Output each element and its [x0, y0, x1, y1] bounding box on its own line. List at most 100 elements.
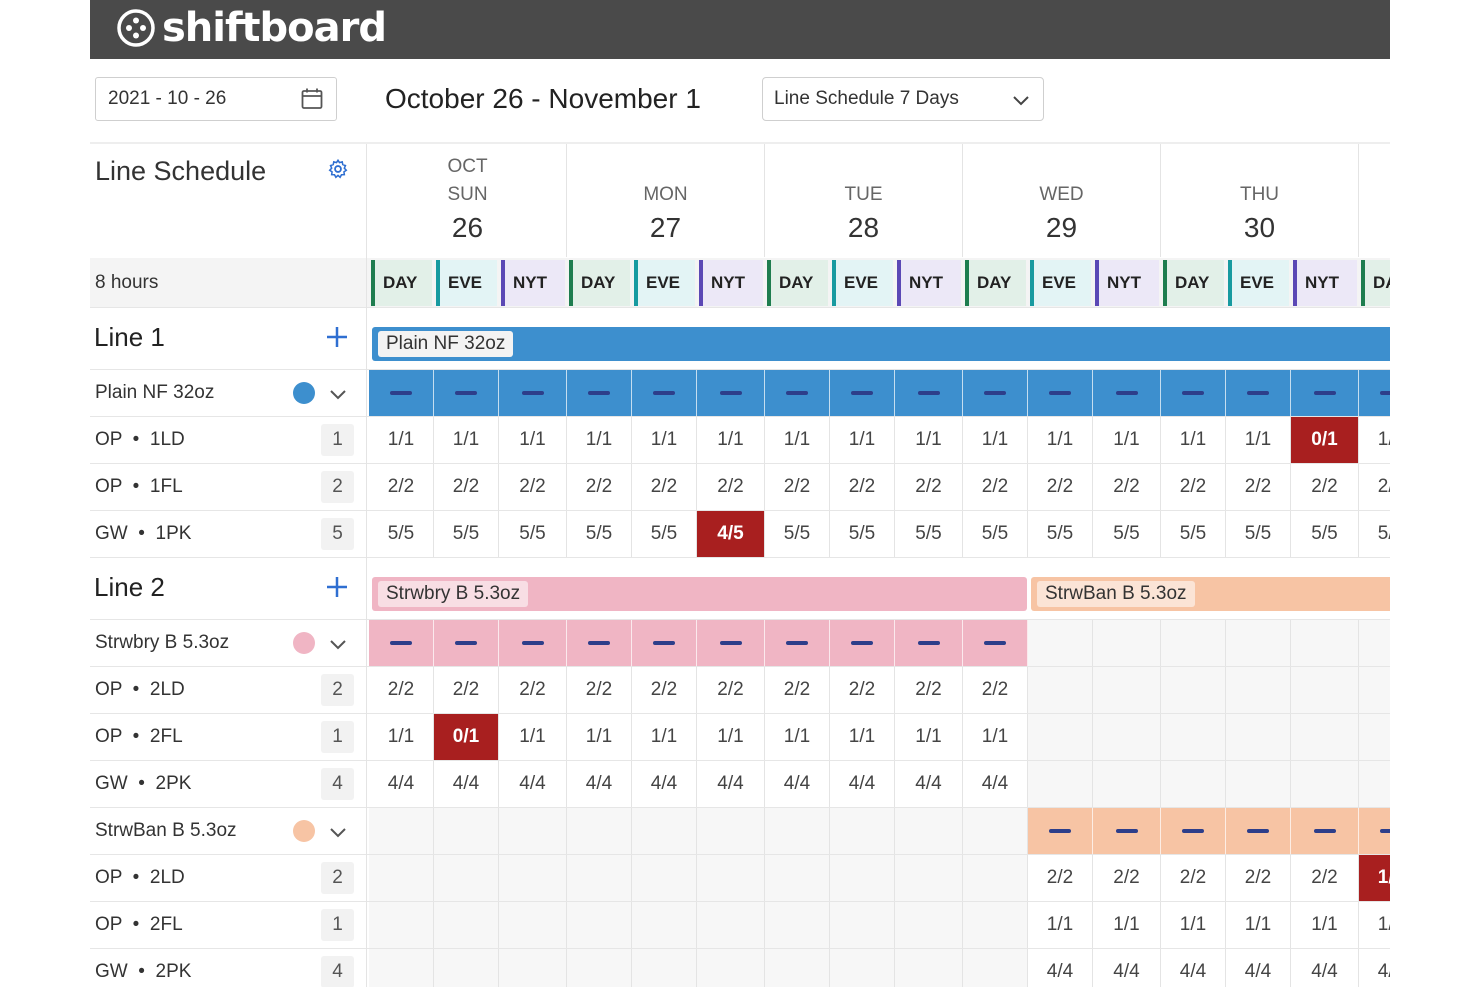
staffing-cell[interactable]: 5/5	[567, 511, 632, 557]
staffing-cell[interactable]: 1/1	[697, 714, 765, 760]
staffing-cell[interactable]: 1/1	[830, 417, 895, 463]
staffing-cell[interactable]: 1/1	[895, 417, 963, 463]
staffing-cell[interactable]: 1/1	[1359, 417, 1390, 463]
product-shift-cell[interactable]	[434, 620, 499, 666]
staffing-cell[interactable]: 2/2	[434, 464, 499, 510]
shift-day[interactable]: DAY	[1361, 260, 1390, 306]
staffing-cell[interactable]: 2/2	[1028, 464, 1093, 510]
staffing-cell[interactable]: 4/4	[697, 761, 765, 807]
shift-day[interactable]: DAY	[569, 260, 630, 306]
staffing-cell[interactable]: 2/2	[697, 667, 765, 713]
staffing-cell[interactable]: 4/4	[1028, 949, 1093, 987]
staffing-cell[interactable]: 5/5	[1093, 511, 1161, 557]
product-shift-cell[interactable]	[1359, 808, 1390, 854]
expand-product-button[interactable]	[328, 634, 348, 654]
product-shift-cell[interactable]	[895, 370, 963, 416]
shift-eve[interactable]: EVE	[1228, 260, 1289, 306]
product-shift-cell[interactable]	[632, 620, 697, 666]
staffing-cell[interactable]: 4/4	[369, 761, 434, 807]
staffing-cell[interactable]: 5/5	[1226, 511, 1291, 557]
product-shift-cell[interactable]	[1161, 808, 1226, 854]
staffing-cell[interactable]: 4/4	[1093, 949, 1161, 987]
staffing-cell[interactable]: 1/1	[369, 417, 434, 463]
staffing-cell[interactable]: 2/2	[1359, 464, 1390, 510]
product-shift-cell[interactable]	[1093, 808, 1161, 854]
staffing-cell[interactable]: 2/2	[1226, 855, 1291, 901]
staffing-cell[interactable]: 1/1	[1359, 902, 1390, 948]
staffing-cell[interactable]: 2/2	[369, 667, 434, 713]
staffing-cell[interactable]: 4/4	[1226, 949, 1291, 987]
staffing-cell[interactable]: 2/2	[499, 667, 567, 713]
product-shift-cell[interactable]	[632, 370, 697, 416]
product-shift-cell[interactable]	[830, 370, 895, 416]
staffing-cell[interactable]: 5/5	[434, 511, 499, 557]
product-shift-cell[interactable]	[369, 620, 434, 666]
staffing-cell[interactable]: 1/1	[1028, 902, 1093, 948]
staffing-cell[interactable]: 1/1	[1093, 902, 1161, 948]
staffing-cell[interactable]: 1/1	[369, 714, 434, 760]
expand-product-button[interactable]	[328, 822, 348, 842]
product-shift-cell[interactable]	[963, 620, 1028, 666]
schedule-select[interactable]: Line Schedule 7 Days	[762, 77, 1044, 121]
shift-day[interactable]: DAY	[371, 260, 432, 306]
staffing-cell[interactable]: 1/1	[697, 417, 765, 463]
product-shift-cell[interactable]	[1359, 370, 1390, 416]
product-shift-cell[interactable]	[499, 620, 567, 666]
staffing-cell[interactable]: 2/2	[1161, 464, 1226, 510]
product-shift-cell[interactable]	[765, 620, 830, 666]
product-bar[interactable]: StrwBan B 5.3oz	[1031, 577, 1390, 611]
calendar-icon[interactable]	[300, 87, 324, 111]
shift-nyt[interactable]: NYT	[699, 260, 763, 306]
staffing-cell[interactable]: 4/4	[1359, 949, 1390, 987]
product-shift-cell[interactable]	[1028, 808, 1093, 854]
staffing-cell[interactable]: 2/2	[369, 464, 434, 510]
staffing-cell[interactable]: 5/5	[1161, 511, 1226, 557]
staffing-cell[interactable]: 2/2	[830, 667, 895, 713]
product-shift-cell[interactable]	[697, 370, 765, 416]
staffing-cell[interactable]: 2/2	[632, 464, 697, 510]
staffing-cell[interactable]: 2/2	[1093, 855, 1161, 901]
shift-eve[interactable]: EVE	[832, 260, 893, 306]
staffing-cell[interactable]: 1/1	[1226, 417, 1291, 463]
date-picker[interactable]: 2021 - 10 - 26	[95, 77, 337, 121]
staffing-cell[interactable]: 1/1	[632, 417, 697, 463]
staffing-cell[interactable]: 1/1	[567, 417, 632, 463]
product-shift-cell[interactable]	[830, 620, 895, 666]
shift-nyt[interactable]: NYT	[1095, 260, 1159, 306]
staffing-cell[interactable]: 2/2	[434, 667, 499, 713]
staffing-cell[interactable]: 1/1	[895, 714, 963, 760]
shift-nyt[interactable]: NYT	[1293, 260, 1357, 306]
add-product-button[interactable]	[325, 575, 349, 599]
staffing-cell[interactable]: 2/2	[963, 464, 1028, 510]
staffing-cell[interactable]: 1/1	[1161, 902, 1226, 948]
staffing-cell[interactable]: 4/4	[765, 761, 830, 807]
staffing-cell[interactable]: 2/2	[830, 464, 895, 510]
staffing-cell[interactable]: 5/5	[1291, 511, 1359, 557]
product-shift-cell[interactable]	[895, 620, 963, 666]
product-shift-cell[interactable]	[1226, 808, 1291, 854]
staffing-cell[interactable]: 2/2	[765, 667, 830, 713]
staffing-cell[interactable]: 1/1	[830, 714, 895, 760]
staffing-cell[interactable]: 1/1	[1028, 417, 1093, 463]
staffing-cell[interactable]: 4/4	[567, 761, 632, 807]
staffing-cell[interactable]: 4/4	[434, 761, 499, 807]
staffing-cell[interactable]: 5/5	[632, 511, 697, 557]
product-shift-cell[interactable]	[697, 620, 765, 666]
staffing-cell[interactable]: 5/5	[499, 511, 567, 557]
product-shift-cell[interactable]	[1226, 370, 1291, 416]
staffing-cell[interactable]: 2/2	[765, 464, 830, 510]
staffing-cell[interactable]: 5/5	[369, 511, 434, 557]
brand-logo[interactable]: shiftboard	[116, 6, 387, 50]
staffing-cell[interactable]: 2/2	[499, 464, 567, 510]
product-shift-cell[interactable]	[1291, 808, 1359, 854]
staffing-cell[interactable]: 2/2	[567, 464, 632, 510]
staffing-cell[interactable]: 1/1	[963, 714, 1028, 760]
staffing-cell[interactable]: 4/4	[632, 761, 697, 807]
staffing-cell[interactable]: 4/4	[1291, 949, 1359, 987]
staffing-cell[interactable]: 5/5	[895, 511, 963, 557]
staffing-cell[interactable]: 1/1	[1161, 417, 1226, 463]
product-bar[interactable]: Strwbry B 5.3oz	[372, 577, 1027, 611]
shift-nyt[interactable]: NYT	[897, 260, 961, 306]
staffing-cell[interactable]: 1/1	[499, 417, 567, 463]
staffing-cell[interactable]: 1/1	[499, 714, 567, 760]
